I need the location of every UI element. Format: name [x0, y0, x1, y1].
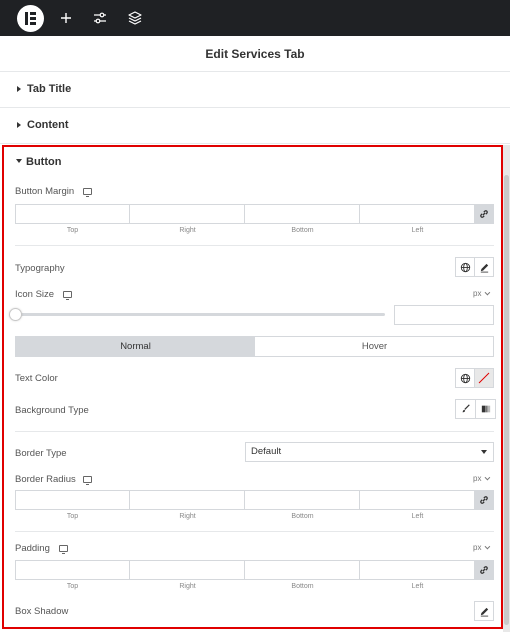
section-content[interactable]: Content: [0, 108, 510, 144]
panel-title: Edit Services Tab: [205, 47, 305, 61]
margin-top-input[interactable]: [15, 204, 130, 224]
side-label: Top: [66, 583, 79, 590]
padding-bottom-input[interactable]: [244, 560, 360, 580]
margin-side-labels: Top Right Bottom Left: [15, 227, 475, 237]
border-radius-inputs: [15, 490, 494, 510]
plus-icon[interactable]: [58, 10, 74, 26]
padding-label: Padding: [15, 543, 50, 554]
radius-bottom-input[interactable]: [244, 490, 360, 510]
side-label: Bottom: [291, 513, 314, 520]
radius-right-input[interactable]: [129, 490, 245, 510]
caret-right-icon: [17, 122, 21, 128]
globe-icon[interactable]: [455, 368, 475, 388]
divider: [15, 431, 494, 432]
tab-normal[interactable]: Normal: [16, 337, 255, 356]
border-type-value: Default: [251, 446, 282, 457]
side-label: Left: [411, 583, 424, 590]
side-label: Bottom: [291, 583, 314, 590]
text-color-label: Text Color: [15, 373, 58, 384]
link-values-icon[interactable]: [474, 560, 494, 580]
side-label: Right: [179, 513, 196, 520]
margin-left-input[interactable]: [359, 204, 475, 224]
state-tabs: Normal Hover: [15, 336, 494, 357]
panel-header: Edit Services Tab: [0, 36, 510, 72]
tab-hover[interactable]: Hover: [255, 337, 494, 356]
icon-size-label: Icon Size: [15, 289, 55, 300]
margin-right-input[interactable]: [129, 204, 245, 224]
button-margin-label: Button Margin: [15, 186, 75, 197]
brush-icon[interactable]: [455, 399, 476, 419]
globe-icon[interactable]: [455, 257, 475, 277]
scrollbar-thumb[interactable]: [504, 175, 509, 625]
layers-icon[interactable]: [127, 10, 143, 26]
caret-down-icon[interactable]: [16, 159, 22, 163]
section-tab-title[interactable]: Tab Title: [0, 72, 510, 108]
radius-side-labels: Top Right Bottom Left: [15, 513, 475, 523]
padding-right-input[interactable]: [129, 560, 245, 580]
divider: [15, 245, 494, 246]
icon-size-slider-handle[interactable]: [9, 308, 22, 321]
unit-selector[interactable]: px: [473, 474, 491, 483]
padding-left-input[interactable]: [359, 560, 475, 580]
gradient-icon[interactable]: [475, 399, 496, 419]
side-label: Top: [66, 513, 79, 520]
pencil-icon[interactable]: [474, 257, 494, 277]
caret-right-icon: [17, 86, 21, 92]
section-button-label[interactable]: Button: [26, 156, 61, 168]
sliders-icon[interactable]: [92, 10, 108, 26]
side-label: Right: [179, 583, 196, 590]
section-tab-title-label: Tab Title: [27, 83, 72, 95]
side-label: Right: [179, 227, 196, 234]
desktop-icon[interactable]: [63, 291, 72, 300]
side-label: Bottom: [291, 227, 314, 234]
pencil-icon[interactable]: [474, 601, 494, 621]
editor-topbar: [0, 0, 510, 36]
icon-size-slider-track[interactable]: [15, 313, 385, 316]
section-content-label: Content: [27, 119, 69, 131]
desktop-icon[interactable]: [83, 188, 92, 197]
color-swatch-empty-icon[interactable]: [474, 368, 494, 388]
border-type-label: Border Type: [15, 448, 67, 459]
side-label: Left: [411, 513, 424, 520]
background-type-label: Background Type: [15, 405, 89, 416]
unit-selector[interactable]: px: [473, 289, 491, 298]
radius-left-input[interactable]: [359, 490, 475, 510]
padding-top-input[interactable]: [15, 560, 130, 580]
icon-size-input[interactable]: [394, 305, 494, 325]
divider: [15, 531, 494, 532]
link-values-icon[interactable]: [474, 204, 494, 224]
border-type-select[interactable]: Default: [245, 442, 494, 462]
desktop-icon[interactable]: [59, 545, 68, 554]
typography-label: Typography: [15, 263, 65, 274]
button-margin-inputs: [15, 204, 494, 224]
elementor-logo-icon[interactable]: [17, 5, 44, 32]
link-values-icon[interactable]: [474, 490, 494, 510]
unit-selector[interactable]: px: [473, 543, 491, 552]
select-arrow-icon: [481, 450, 487, 454]
padding-inputs: [15, 560, 494, 580]
desktop-icon[interactable]: [83, 476, 92, 485]
border-radius-label: Border Radius: [15, 474, 76, 485]
side-label: Top: [66, 227, 79, 234]
margin-bottom-input[interactable]: [244, 204, 360, 224]
box-shadow-label: Box Shadow: [15, 606, 69, 617]
side-label: Left: [411, 227, 424, 234]
radius-top-input[interactable]: [15, 490, 130, 510]
padding-side-labels: Top Right Bottom Left: [15, 583, 475, 593]
